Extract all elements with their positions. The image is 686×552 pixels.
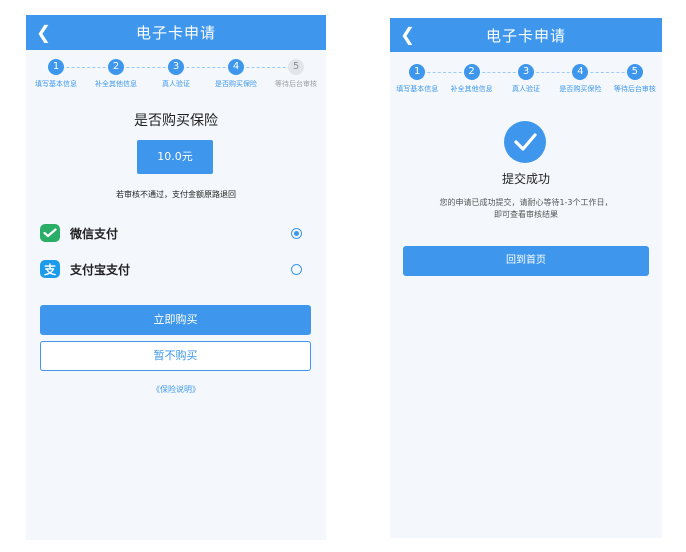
success-message-line2: 即可查看审核结果: [494, 210, 558, 219]
payment-option-wechat[interactable]: 微信支付: [40, 222, 308, 244]
radio-selected[interactable]: [291, 227, 302, 239]
step-number: 2: [108, 59, 124, 75]
step-3: 3 真人验证: [146, 59, 236, 89]
step-5: 5 等待后台审核: [608, 64, 662, 94]
progress-steps: 1 填写基本信息 2 补全其他信息 3 真人验证 4 是否购买保险 5 等待后台…: [390, 64, 662, 94]
step-number: 3: [168, 59, 184, 75]
refund-note: 若审核不通过，支付金额原路退回: [116, 190, 236, 199]
step-label: 真人验证: [512, 85, 541, 93]
check-circle-icon: [504, 121, 546, 163]
step-label: 补全其他信息: [95, 80, 137, 88]
step-connector: [56, 67, 116, 68]
nav-header: ❮ 电子卡申请: [390, 18, 662, 52]
step-label: 等待后台审核: [613, 85, 656, 93]
step-number: 5: [626, 64, 643, 80]
page-title: 电子卡申请: [485, 26, 566, 45]
step-label: 等待后台审核: [275, 80, 317, 88]
step-connector: [116, 67, 176, 68]
step-4: 4 是否购买保险: [553, 64, 635, 94]
insurance-screen: ❮ 电子卡申请 1 填写基本信息 2 补全其他信息 3 真人验证 4 是否购买保…: [26, 15, 326, 540]
radio-unselected[interactable]: [291, 263, 302, 275]
payment-label: 支付宝支付: [70, 262, 131, 277]
step-label: 补全其他信息: [450, 85, 493, 93]
step-number: 3: [518, 64, 535, 80]
skip-purchase-button[interactable]: 暂不购买: [40, 341, 311, 371]
step-4: 4 是否购买保险: [206, 59, 296, 89]
page-title: 电子卡申请: [135, 24, 216, 42]
step-1: 1 填写基本信息: [390, 64, 472, 94]
step-2: 2 补全其他信息: [444, 64, 527, 94]
step-number: 1: [409, 64, 426, 80]
step-3: 3 真人验证: [499, 64, 581, 94]
step-number: 4: [572, 64, 589, 80]
progress-steps: 1 填写基本信息 2 补全其他信息 3 真人验证 4 是否购买保险 5 等待后台…: [26, 59, 326, 89]
step-1: 1 填写基本信息: [26, 59, 116, 89]
chevron-left-icon[interactable]: ❮: [400, 25, 415, 46]
success-message-line1: 您的申请已成功提交，请耐心等待1-3个工作日，: [439, 198, 613, 207]
step-number: 2: [463, 64, 480, 80]
step-number: 1: [48, 59, 64, 75]
chevron-left-icon[interactable]: ❮: [36, 22, 51, 43]
step-label: 填写基本信息: [396, 85, 439, 93]
step-number: 4: [228, 59, 244, 75]
insurance-question: 是否购买保险: [134, 113, 218, 129]
payment-option-alipay[interactable]: 支 支付宝支付: [40, 258, 308, 280]
wechat-pay-icon: [40, 224, 60, 242]
buy-now-button[interactable]: 立即购买: [40, 305, 311, 335]
step-label: 是否购买保险: [559, 85, 602, 93]
back-to-home-button[interactable]: 回到首页: [403, 246, 649, 276]
step-2: 2 补全其他信息: [86, 59, 176, 89]
insurance-terms-link[interactable]: 《保险说明》: [26, 384, 326, 395]
submission-success-screen: ❮ 电子卡申请 1 填写基本信息 2 补全其他信息 3 真人验证 4 是否购买保…: [390, 18, 662, 538]
step-connector: [236, 67, 296, 68]
nav-header: ❮ 电子卡申请: [26, 15, 326, 50]
payment-label: 微信支付: [70, 226, 119, 241]
step-number: 5: [288, 59, 304, 75]
success-title: 提交成功: [501, 172, 550, 186]
step-label: 是否购买保险: [215, 80, 257, 88]
alipay-icon: 支: [40, 260, 60, 278]
step-label: 真人验证: [162, 80, 190, 88]
price-badge: 10.0元: [137, 140, 213, 174]
step-5: 5 等待后台审核: [266, 59, 326, 89]
step-label: 填写基本信息: [35, 80, 77, 88]
step-connector: [176, 67, 236, 68]
